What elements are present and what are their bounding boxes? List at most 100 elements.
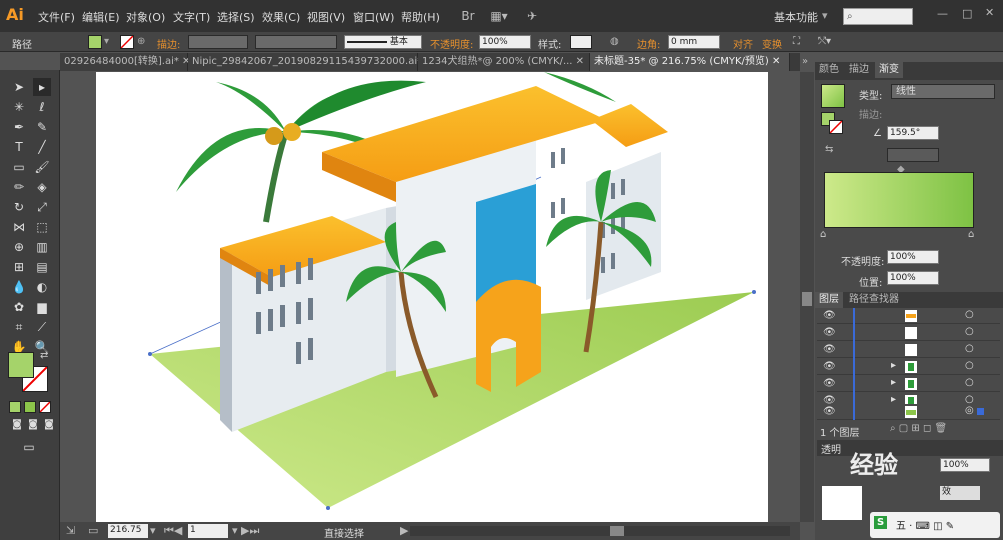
minimize-button[interactable]: —: [937, 7, 948, 20]
tab-document-3[interactable]: 1234犬组热*@ 200% (CMYK/... ✕: [418, 53, 590, 71]
list-item[interactable]: 👁 ○: [817, 308, 1000, 324]
menu-type[interactable]: 文字(T): [173, 9, 210, 25]
pen-tool-icon[interactable]: ✒: [10, 118, 28, 136]
draw-inside-icon[interactable]: ◙: [40, 416, 58, 434]
pencil-tool-icon[interactable]: ✏: [10, 178, 28, 196]
list-item[interactable]: 👁 ○: [817, 342, 1000, 358]
direct-selection-tool-icon[interactable]: ▸: [33, 78, 51, 96]
gradient-opacity-input[interactable]: 100%: [887, 250, 939, 264]
search-input[interactable]: ⌕: [843, 8, 913, 25]
artboard-tool-icon[interactable]: ⌗: [10, 318, 28, 336]
curvature-tool-icon[interactable]: ✎: [33, 118, 51, 136]
shape-builder-icon[interactable]: ⊕: [10, 238, 28, 256]
fill-color-front[interactable]: [8, 352, 34, 378]
symbol-sprayer-icon[interactable]: ✿: [10, 298, 28, 316]
corner-input[interactable]: 0 mm: [668, 35, 720, 49]
menu-view[interactable]: 视图(V): [307, 9, 345, 25]
tab-stroke[interactable]: 描边: [845, 62, 873, 78]
chevron-down-icon[interactable]: ▾: [104, 36, 109, 47]
stroke-weight-select[interactable]: [188, 35, 248, 49]
list-item[interactable]: 👁 ▸ ○: [817, 376, 1000, 392]
gradient-stop-end-icon[interactable]: ⌂: [968, 229, 974, 240]
zoom-input[interactable]: 216.75: [108, 524, 148, 538]
menu-effect[interactable]: 效果(C): [262, 9, 300, 25]
scale-tool-icon[interactable]: ⤢: [33, 198, 51, 216]
list-item[interactable]: 👁 ◎: [817, 404, 1000, 420]
rotate-tool-icon[interactable]: ↻: [10, 198, 28, 216]
menu-object[interactable]: 对象(O): [126, 9, 165, 25]
align-link[interactable]: 对齐: [733, 36, 753, 51]
transparency-opacity-input[interactable]: 100%: [940, 458, 990, 472]
gradient-tool-icon[interactable]: ▤: [33, 258, 51, 276]
eraser-tool-icon[interactable]: ◈: [33, 178, 51, 196]
opacity-label[interactable]: 不透明度:: [430, 36, 473, 51]
rectangle-tool-icon[interactable]: ▭: [10, 158, 28, 176]
tab-document-active[interactable]: 未标题-35* @ 216.75% (CMYK/预览) ✕: [590, 53, 790, 71]
transparency-mode[interactable]: 效: [940, 486, 980, 500]
select-similar-icon[interactable]: ⤲▾: [818, 36, 831, 47]
eyedropper-icon[interactable]: 💧: [10, 278, 28, 296]
column-graph-icon[interactable]: ▆: [33, 298, 51, 316]
angle-input[interactable]: 159.5°: [887, 126, 939, 140]
workspace-switcher[interactable]: 基本功能: [774, 9, 818, 25]
list-item[interactable]: 👁 ○: [817, 325, 1000, 341]
type-tool-icon[interactable]: T: [10, 138, 28, 156]
paintbrush-icon[interactable]: 🖌: [33, 158, 51, 176]
stroke-style-select[interactable]: 基本: [344, 35, 422, 49]
gradient-mode-icon[interactable]: [24, 401, 36, 413]
vertical-scrollbar[interactable]: [800, 72, 814, 522]
stroke-swatch[interactable]: [120, 35, 134, 49]
stroke-mini[interactable]: [829, 120, 843, 134]
screen-mode-icon[interactable]: ▭: [20, 438, 38, 456]
tab-pathfinder[interactable]: 路径查找器: [845, 292, 903, 308]
gradient-stop-start-icon[interactable]: ⌂: [820, 229, 826, 240]
first-artboard-icon[interactable]: ⏮◀: [164, 524, 182, 538]
recolor-icon[interactable]: ◍: [610, 36, 619, 47]
blend-tool-icon[interactable]: ◐: [33, 278, 51, 296]
list-item[interactable]: 👁 ▸ ○: [817, 359, 1000, 375]
free-transform-icon[interactable]: ⬚: [33, 218, 51, 236]
selection-tool-icon[interactable]: ➤: [10, 78, 28, 96]
variable-width-select[interactable]: [255, 35, 337, 49]
corner-label[interactable]: 边角:: [637, 36, 660, 51]
stroke-color-icon[interactable]: ⊕: [137, 36, 145, 47]
magic-wand-icon[interactable]: ✳: [10, 98, 28, 116]
gpu-performance-icon[interactable]: ✈: [519, 6, 545, 26]
artboard-number-input[interactable]: 1: [188, 524, 228, 538]
gradient-preview[interactable]: [821, 84, 845, 108]
horizontal-scrollbar[interactable]: [410, 526, 790, 536]
swap-colors-icon[interactable]: ⇄: [40, 350, 48, 361]
color-mode-icon[interactable]: [9, 401, 21, 413]
menu-select[interactable]: 选择(S): [217, 9, 255, 25]
menu-help[interactable]: 帮助(H): [401, 9, 440, 25]
tab-layers[interactable]: 图层: [815, 292, 843, 308]
gradient-slider[interactable]: [824, 172, 974, 228]
close-button[interactable]: ✕: [985, 6, 994, 19]
open-icon[interactable]: ▭: [88, 524, 98, 537]
reverse-gradient-icon[interactable]: ⇆: [825, 144, 833, 155]
artboard[interactable]: [96, 72, 768, 524]
scrollbar-thumb[interactable]: [610, 526, 624, 536]
tab-color[interactable]: 颜色: [815, 62, 843, 78]
menu-window[interactable]: 窗口(W): [353, 9, 394, 25]
maximize-button[interactable]: □: [962, 7, 972, 20]
mesh-tool-icon[interactable]: ⊞: [10, 258, 28, 276]
menu-edit[interactable]: 编辑(E): [82, 9, 120, 25]
aspect-input[interactable]: [887, 148, 939, 162]
arrange-documents-icon[interactable]: ▦▾: [486, 6, 512, 26]
next-artboard-icon[interactable]: ▾ ▶⏭: [232, 524, 259, 538]
bridge-icon[interactable]: Br: [455, 6, 481, 26]
ime-status-icons[interactable]: 五 · ⌨ ◫ ✎: [896, 517, 954, 532]
line-tool-icon[interactable]: ╱: [33, 138, 51, 156]
scrollbar-thumb[interactable]: [802, 292, 812, 306]
tab-document-1[interactable]: 02926484000[转换].ai* ✕: [60, 53, 190, 71]
slice-tool-icon[interactable]: ⟋: [33, 318, 51, 336]
status-icon[interactable]: ⇲: [66, 524, 75, 537]
opacity-input[interactable]: 100%: [479, 35, 531, 49]
fill-swatch[interactable]: [88, 35, 102, 49]
perspective-grid-icon[interactable]: ▥: [33, 238, 51, 256]
graphic-style-swatch[interactable]: [570, 35, 592, 49]
menu-file[interactable]: 文件(F): [38, 9, 75, 25]
isolate-icon[interactable]: ⛶: [793, 36, 800, 47]
lasso-icon[interactable]: ℓ: [33, 98, 51, 116]
